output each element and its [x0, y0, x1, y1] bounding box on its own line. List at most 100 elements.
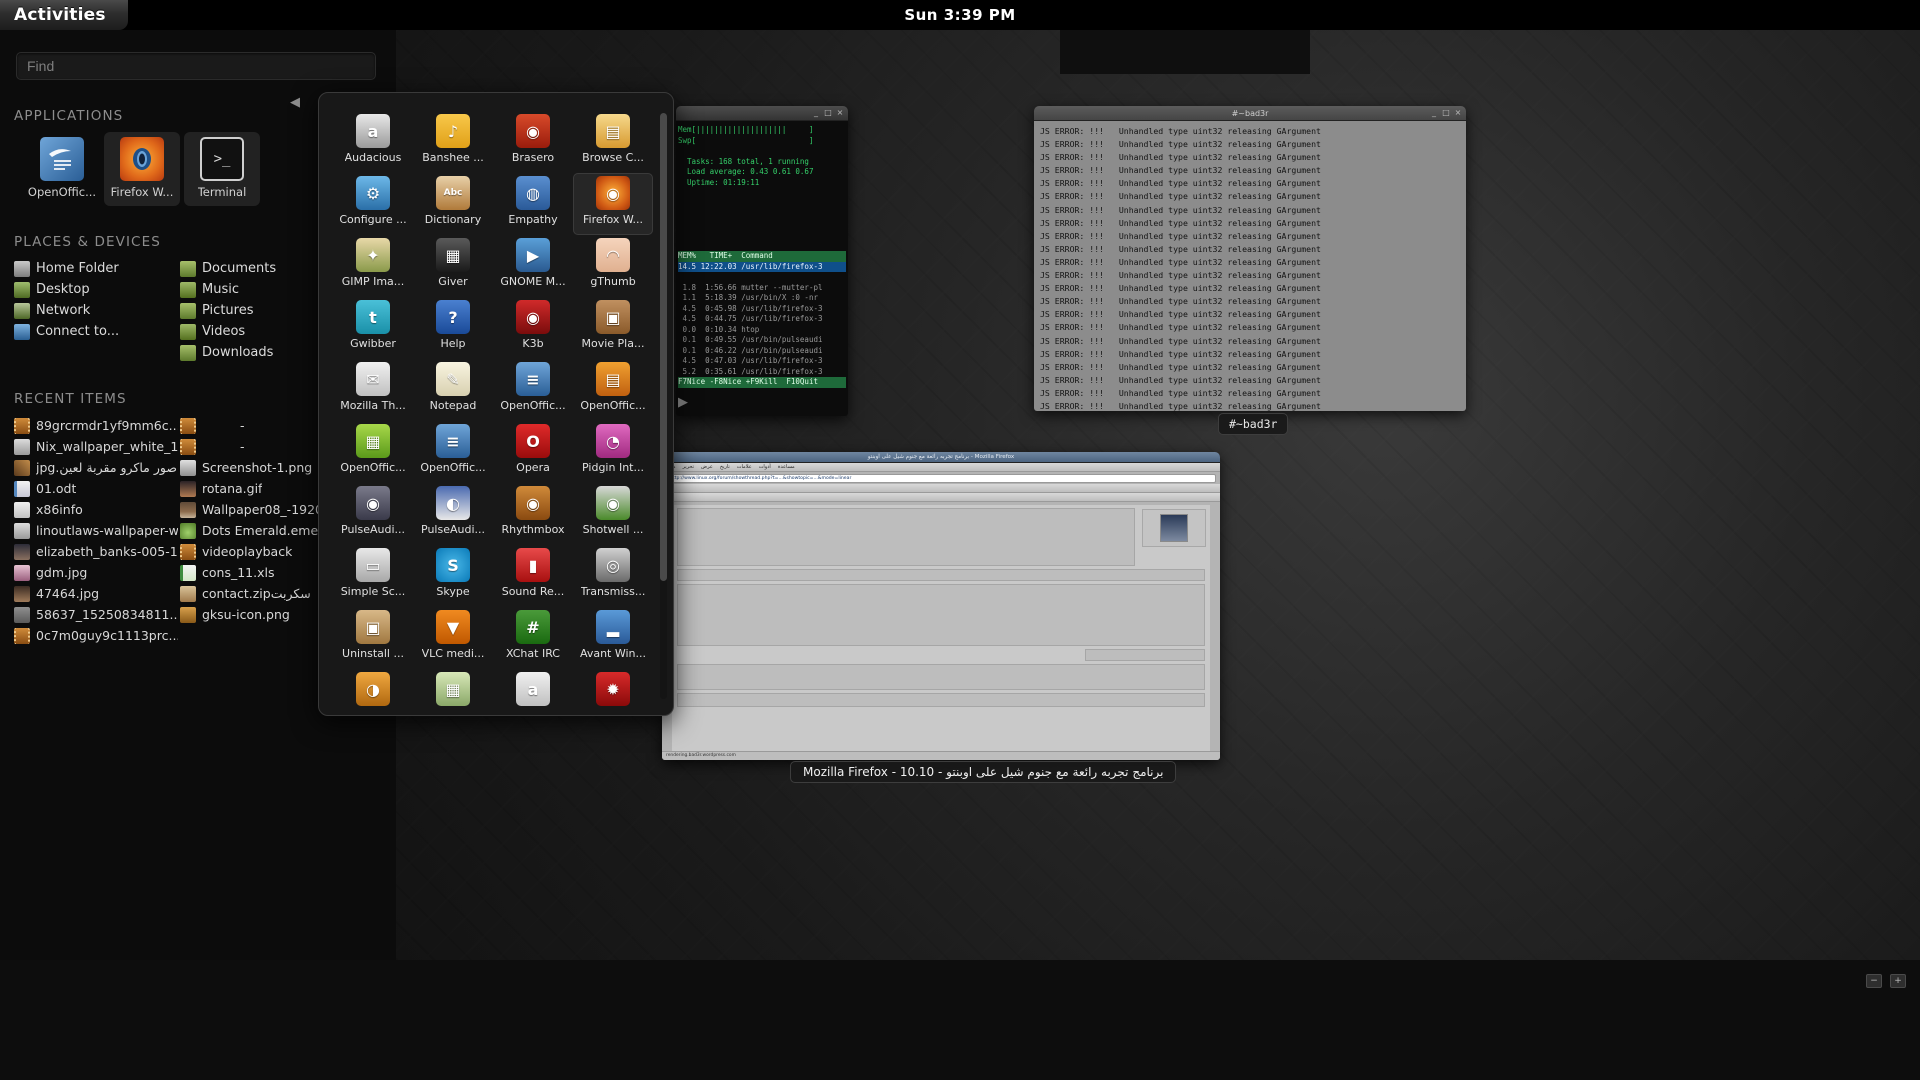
- app-cell[interactable]: ♪ Banshee ...: [413, 111, 493, 173]
- minimize-icon[interactable]: _: [1430, 108, 1438, 118]
- recent-item[interactable]: elizabeth_banks-005-1...: [12, 541, 178, 562]
- app-cell[interactable]: Abc Dictionary: [413, 173, 493, 235]
- recent-item[interactable]: 0c7m0guy9c1113prc...: [12, 625, 178, 646]
- recent-item-label: -: [240, 418, 245, 433]
- places-heading-text: PLACES & DEVICES: [14, 234, 161, 250]
- app-cell[interactable]: ▣ Uninstall ...: [333, 607, 413, 669]
- window-controls[interactable]: _ □ ×: [1430, 108, 1462, 118]
- app-label: Banshee ...: [422, 151, 484, 164]
- place-network[interactable]: Network: [12, 300, 178, 321]
- recent-item[interactable]: صور ماكرو مقربة لعين.jpg: [12, 457, 178, 478]
- window-thumbnail-firefox[interactable]: برنامج تجربه رائعة مع جنوم شيل على اوبنت…: [662, 452, 1220, 760]
- app-grid-scroll-thumb[interactable]: [660, 113, 667, 581]
- app-cell[interactable]: ◉ PulseAudi...: [333, 483, 413, 545]
- firefox-menu-item[interactable]: علامات: [737, 464, 752, 470]
- app-cell[interactable]: ◉ Rhythmbox: [493, 483, 573, 545]
- app-cell[interactable]: ▮ Sound Re...: [493, 545, 573, 607]
- app-cell[interactable]: S Skype: [413, 545, 493, 607]
- app-cell[interactable]: ◎ Transmiss...: [573, 545, 653, 607]
- app-cell[interactable]: ◑ Cairo-Doc...: [333, 669, 413, 711]
- app-cell[interactable]: O Opera: [493, 421, 573, 483]
- maximize-icon[interactable]: □: [1442, 108, 1450, 118]
- app-cell[interactable]: ✦ GIMP Ima...: [333, 235, 413, 297]
- app-cell[interactable]: # XChat IRC: [493, 607, 573, 669]
- app-cell[interactable]: ? Help: [413, 297, 493, 359]
- app-cell[interactable]: t Gwibber: [333, 297, 413, 359]
- app-cell[interactable]: ▤ OpenOffic...: [573, 359, 653, 421]
- app-label: Skype: [436, 585, 470, 598]
- fav-app-terminal[interactable]: >_ Terminal: [184, 132, 260, 206]
- window-controls[interactable]: _ □ ×: [812, 108, 844, 118]
- recent-item[interactable]: gdm.jpg: [12, 562, 178, 583]
- gnome-shell-overview: م Activities Sun 3:39 PM APPLICATIONS ◀: [0, 0, 1920, 1080]
- firefox-menu-item[interactable]: عرض: [701, 464, 713, 470]
- app-cell[interactable]: ⚙ Configure ...: [333, 173, 413, 235]
- place-connect-to-server[interactable]: Connect to...: [12, 321, 178, 342]
- app-cell[interactable]: ✉ Mozilla Th...: [333, 359, 413, 421]
- window-thumbnail-js-terminal[interactable]: #~bad3r _ □ × JS ERROR: !!! Unhandled ty…: [1034, 106, 1466, 411]
- add-workspace-button[interactable]: +: [1890, 974, 1906, 988]
- minimize-icon[interactable]: _: [812, 108, 820, 118]
- app-cell[interactable]: ◉ Shotwell ...: [573, 483, 653, 545]
- app-grid-expand-icon[interactable]: ▶: [678, 395, 694, 413]
- app-grid-collapse-icon[interactable]: ◀: [290, 95, 306, 113]
- app-cell[interactable]: ◉ Brasero: [493, 111, 573, 173]
- workspace-controls: − +: [1866, 974, 1906, 988]
- place-home-folder[interactable]: Home Folder: [12, 258, 178, 279]
- remove-workspace-button[interactable]: −: [1866, 974, 1882, 988]
- firefox-menu-item[interactable]: تحرير: [683, 464, 695, 470]
- terminal-icon: >_: [200, 137, 244, 181]
- app-grid-scrollbar[interactable]: [660, 113, 667, 699]
- recent-item[interactable]: 89grcrmdr1yf9mm6c...: [12, 415, 178, 436]
- app-cell[interactable]: ▤ Browse C...: [573, 111, 653, 173]
- fav-app-openoffice[interactable]: OpenOffic...: [24, 132, 100, 206]
- app-cell[interactable]: ✹ Compiz F...: [573, 669, 653, 711]
- maximize-icon[interactable]: □: [824, 108, 832, 118]
- search-input[interactable]: [16, 52, 376, 80]
- recent-item[interactable]: linoutlaws-wallpaper-w...: [12, 520, 178, 541]
- app-cell[interactable]: a Audacious: [333, 111, 413, 173]
- app-cell[interactable]: ◐ PulseAudi...: [413, 483, 493, 545]
- recent-item[interactable]: Nix_wallpaper_white_1...: [12, 436, 178, 457]
- app-cell[interactable]: ▶ GNOME M...: [493, 235, 573, 297]
- app-cell[interactable]: ▦ Giver: [413, 235, 493, 297]
- app-label: Browse C...: [582, 151, 644, 164]
- compiz-fusion-icon: ✹: [596, 672, 630, 706]
- firefox-menu-item[interactable]: أدوات: [759, 464, 771, 470]
- app-cell[interactable]: ▦ OpenOffic...: [333, 421, 413, 483]
- app-cell[interactable]: a Character...: [493, 669, 573, 711]
- firefox-menu-item[interactable]: تاريخ: [720, 464, 730, 470]
- app-cell[interactable]: ≡ OpenOffic...: [413, 421, 493, 483]
- firefox-menu-item[interactable]: مساعدة: [778, 464, 795, 470]
- firefox-tabbar[interactable]: [662, 493, 1220, 502]
- app-cell[interactable]: ◉ Firefox W...: [573, 173, 653, 235]
- window-thumbnail-htop[interactable]: _ □ × Mem[|||||||||||||||||||| ] Swp[ ] …: [676, 106, 848, 416]
- app-cell[interactable]: ▭ Simple Sc...: [333, 545, 413, 607]
- app-cell[interactable]: ◠ gThumb: [573, 235, 653, 297]
- app-cell[interactable]: ▂ Avant Win...: [573, 607, 653, 669]
- firefox-bookmarks-bar[interactable]: [662, 484, 1220, 493]
- recent-item[interactable]: 58637_15250834811...: [12, 604, 178, 625]
- recent-item[interactable]: x86info: [12, 499, 178, 520]
- firefox-menubar[interactable]: ملفتحريرعرضتاريخعلاماتأدواتمساعدة: [662, 463, 1220, 472]
- app-cell[interactable]: ✎ Notepad: [413, 359, 493, 421]
- fav-app-firefox[interactable]: Firefox W...: [104, 132, 180, 206]
- app-cell[interactable]: ▼ VLC medi...: [413, 607, 493, 669]
- app-cell[interactable]: ◔ Pidgin Int...: [573, 421, 653, 483]
- app-cell[interactable]: ▣ Movie Pla...: [573, 297, 653, 359]
- screenshot-file-icon: [180, 459, 196, 476]
- place-desktop[interactable]: Desktop: [12, 279, 178, 300]
- firefox-url-bar[interactable]: http://www.linux.org/forum/showthread.ph…: [666, 473, 1216, 483]
- app-cell[interactable]: ◍ Empathy: [493, 173, 573, 235]
- window-title: #~bad3r: [1231, 108, 1269, 118]
- recent-item[interactable]: 47464.jpg: [12, 583, 178, 604]
- app-cell[interactable]: ▦ Calculator: [413, 669, 493, 711]
- app-cell[interactable]: ◉ K3b: [493, 297, 573, 359]
- brasero-icon: ◉: [516, 114, 550, 148]
- close-icon[interactable]: ×: [836, 108, 844, 118]
- recent-item[interactable]: 01.odt: [12, 478, 178, 499]
- panel-clock[interactable]: Sun 3:39 PM: [904, 0, 1015, 30]
- activities-button[interactable]: Activities: [0, 0, 128, 30]
- close-icon[interactable]: ×: [1454, 108, 1462, 118]
- app-cell[interactable]: ≡ OpenOffic...: [493, 359, 573, 421]
